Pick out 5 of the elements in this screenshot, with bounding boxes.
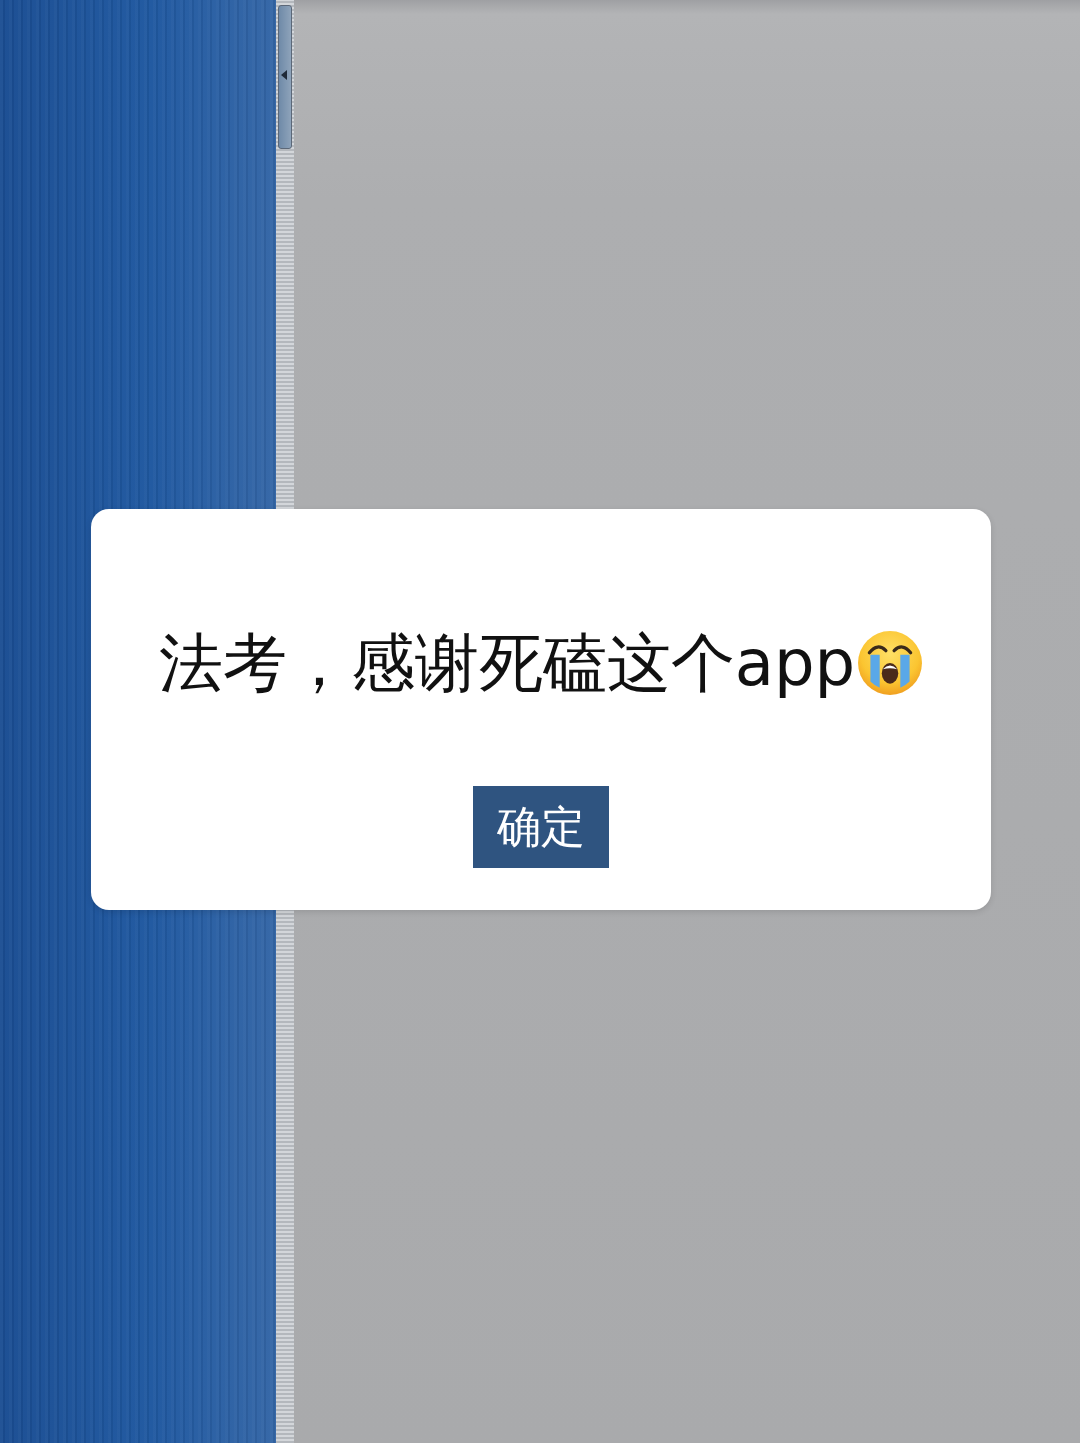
collapse-handle[interactable] bbox=[278, 5, 292, 149]
caret-icon bbox=[281, 70, 287, 80]
confirm-button[interactable]: 确定 bbox=[473, 786, 609, 868]
dialog-message: 法考，感谢死磕这个app bbox=[158, 625, 856, 702]
crying-face-icon bbox=[857, 630, 924, 696]
